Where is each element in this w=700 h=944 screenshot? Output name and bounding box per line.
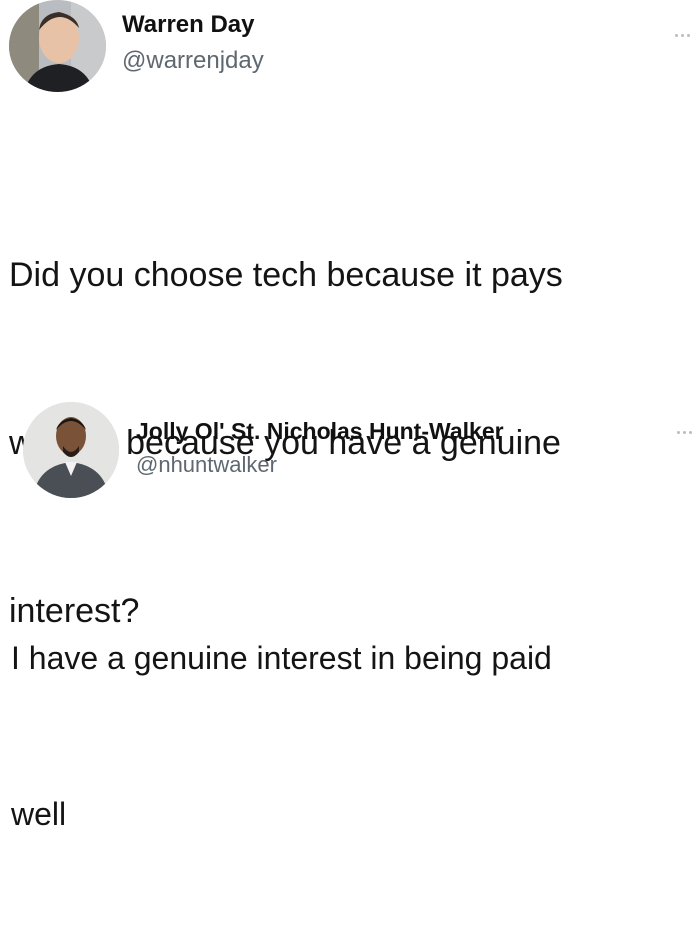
tweet-original: Warren Day @warrenjday Did you choose te… (0, 0, 700, 630)
tweet-text-line: I have a genuine interest in being paid (11, 640, 552, 676)
more-options-icon[interactable] (675, 34, 690, 37)
profile-photo-icon (23, 402, 119, 498)
author-handle[interactable]: @warrenjday (122, 47, 264, 75)
avatar[interactable] (9, 0, 106, 92)
profile-photo-icon (9, 0, 106, 92)
tweet-text: I have a genuine interest in being paid … (11, 528, 681, 944)
tweet-text-line: well (11, 796, 67, 832)
tweet-reply: Jolly Ol' St. Nicholas Hunt-Walker @nhun… (0, 390, 700, 832)
author-name[interactable]: Warren Day (122, 11, 255, 39)
author-handle[interactable]: @nhuntwalker (136, 452, 277, 478)
more-options-icon[interactable] (677, 431, 692, 434)
author-name[interactable]: Jolly Ol' St. Nicholas Hunt-Walker (136, 418, 504, 445)
avatar[interactable] (23, 402, 119, 498)
tweet-text-line: Did you choose tech because it pays (9, 256, 563, 294)
